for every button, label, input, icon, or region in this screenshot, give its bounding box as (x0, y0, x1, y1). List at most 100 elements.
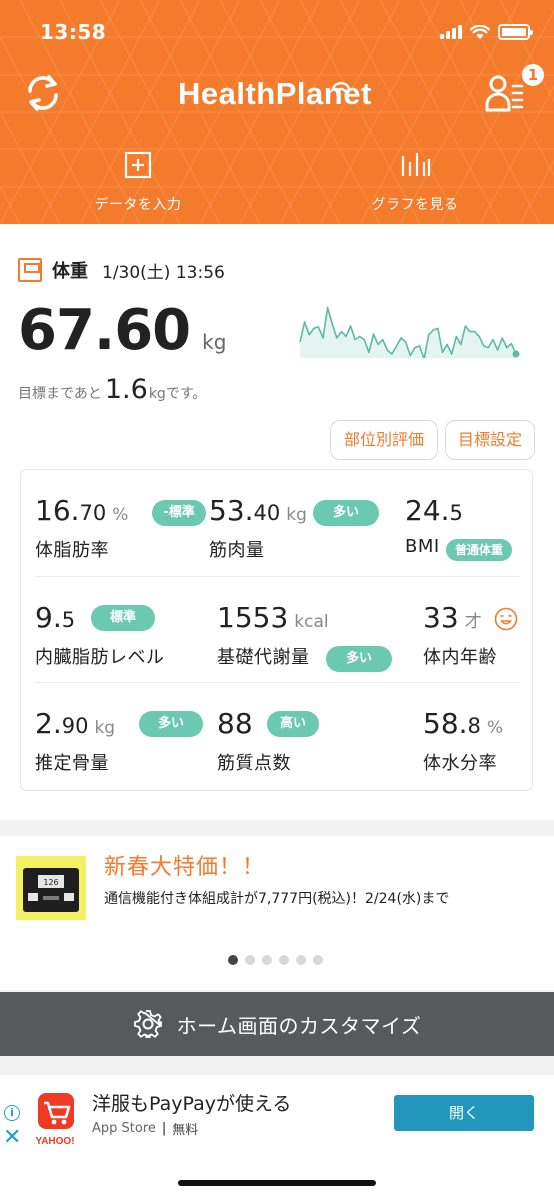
goal-setting-button[interactable]: 目標設定 (445, 420, 535, 460)
ad-store: App Store (92, 1121, 156, 1136)
wifi-icon (470, 24, 490, 39)
view-graph-label: グラフを見る (371, 197, 459, 213)
home-indicator[interactable] (178, 1180, 376, 1186)
customize-label: ホーム画面のカスタマイズ (176, 1013, 422, 1038)
status-time: 13:58 (40, 20, 107, 44)
app-header: 13:58 HealthPlanet 1 データを入力 グラフを見る (0, 0, 554, 224)
sparkline-latest-point (512, 350, 520, 358)
weight-header: 体重 1/30(土) 13:56 (18, 257, 225, 283)
visceral-status-badge: 標準 (91, 605, 155, 631)
ad-title: 洋服もPayPayが使える (92, 1093, 292, 1115)
ad-brand-text: YAHOO! (35, 1136, 74, 1147)
visceral-label: 内臓脂肪レベル (35, 647, 165, 668)
weight-datetime: 1/30(土) 13:56 (102, 262, 225, 283)
body-scale-product-image: 126 (16, 856, 86, 920)
body-fat-label: 体脂肪率 (35, 540, 109, 561)
bone-dec: 90 (61, 714, 89, 738)
visceral-int: 9. (35, 601, 62, 634)
bmi-int: 24. (405, 494, 450, 527)
muscle-int: 53. (209, 494, 254, 527)
metrics-row: 9. 5 内臓脂肪レベル 標準 1553 kcal 基礎代謝量 多い 33 才 (35, 576, 519, 681)
body-fat-dec: 70 (79, 501, 107, 525)
metrics-row: 16. 70 % 体脂肪率 -標準 53. 40 kg 筋肉量 多い 24. 5… (35, 470, 519, 575)
body-age-unit: 才 (464, 612, 482, 632)
ad-open-button[interactable]: 開く (394, 1095, 534, 1131)
carousel-dot[interactable] (245, 955, 255, 965)
device-readout: 126 (43, 878, 58, 887)
signal-wave-icon (331, 81, 351, 93)
goal-value: 1.6 (104, 374, 148, 405)
carousel-dot[interactable] (296, 955, 306, 965)
bmr-int: 1553 (217, 601, 289, 634)
body-age-int: 33 (423, 601, 459, 634)
water-dec: 8 (467, 714, 481, 738)
bmr-status-badge: 多い (326, 646, 392, 672)
cellular-signal-icon (440, 25, 462, 39)
part-evaluation-button[interactable]: 部位別評価 (330, 420, 438, 460)
body-metrics-grid: 16. 70 % 体脂肪率 -標準 53. 40 kg 筋肉量 多い 24. 5… (20, 469, 533, 791)
water-label: 体水分率 (423, 753, 497, 774)
metrics-row: 2. 90 kg 推定骨量 多い 88 筋質点数 高い 58. 8 % 体水分率 (35, 682, 519, 787)
view-graph-button[interactable]: グラフを見る (315, 150, 515, 214)
weight-goal-text: 目標まであと 1.6 kgです。 (18, 374, 206, 405)
muscle-score-int: 88 (217, 707, 253, 740)
weight-value: 67.60 kg (18, 298, 226, 363)
promo-text: 通信機能付き体組成計が7,777円(税込)！2/24(水)まで (104, 891, 450, 907)
yahoo-shopping-logo: YAHOO! (35, 1093, 75, 1147)
goal-prefix: 目標まであと (18, 386, 102, 402)
ad-subtitle: App Store | 無料 (92, 1119, 198, 1138)
ad-price: 無料 (172, 1123, 199, 1138)
bmi-status-badge: 普通体重 (446, 539, 512, 561)
visceral-dec: 5 (61, 608, 76, 632)
bone-status-badge: 多い (139, 711, 203, 737)
carousel-dot[interactable] (279, 955, 289, 965)
profile-menu-button[interactable]: 1 (484, 64, 546, 116)
bmi-dec: 5 (449, 501, 463, 525)
water-unit: % (486, 718, 504, 738)
carousel-dot[interactable] (313, 955, 323, 965)
input-data-button[interactable]: データを入力 (38, 150, 238, 214)
muscle-label: 筋肉量 (209, 540, 265, 561)
weight-card[interactable]: 体重 1/30(土) 13:56 67.60 kg 目標まであと 1.6 kgで… (0, 224, 554, 820)
bone-unit: kg (94, 718, 116, 738)
notification-badge: 1 (522, 64, 544, 86)
muscle-score-status-badge: 高い (267, 711, 319, 737)
weight-trend-sparkline[interactable] (298, 286, 524, 358)
bar-chart-icon (401, 153, 431, 176)
carousel-dot[interactable] (262, 955, 272, 965)
bone-int: 2. (35, 707, 62, 740)
muscle-status-badge: 多い (313, 500, 379, 526)
body-fat-int: 16. (35, 494, 80, 527)
status-bar: 13:58 (0, 0, 554, 60)
ad-close-icon[interactable]: ✕ (3, 1125, 21, 1150)
goal-suffix: kgです。 (148, 386, 207, 402)
customize-home-button[interactable]: ホーム画面のカスタマイズ (0, 992, 554, 1056)
sync-button[interactable] (22, 72, 64, 114)
body-fat-unit: % (112, 505, 129, 525)
muscle-unit: kg (286, 505, 307, 525)
promo-title: 新春大特価！！ (104, 855, 266, 880)
body-fat-status-badge: -標準 (152, 500, 206, 526)
bmr-unit: kcal (294, 612, 329, 632)
ad-separator: | (161, 1121, 167, 1136)
scale-icon (18, 258, 42, 282)
carousel-dot[interactable] (228, 955, 238, 965)
smile-face-icon (494, 607, 518, 631)
muscle-score-label: 筋質点数 (217, 753, 291, 774)
battery-icon (498, 24, 533, 40)
bone-label: 推定骨量 (35, 753, 109, 774)
ad-info-icon[interactable]: i (4, 1105, 20, 1121)
muscle-dec: 40 (253, 501, 281, 525)
promo-banner[interactable]: 126 新春大特価！！ 通信機能付き体組成計が7,777円(税込)！2/24(水… (0, 836, 554, 990)
weight-title: 体重 (52, 261, 88, 282)
status-icons (440, 24, 533, 40)
app-logo: HealthPlanet (178, 76, 372, 111)
water-int: 58. (423, 707, 468, 740)
plus-box-icon (124, 151, 152, 179)
input-data-label: データを入力 (94, 197, 182, 213)
carousel-dots (228, 955, 323, 965)
weight-unit: kg (202, 330, 227, 354)
gear-icon (133, 1010, 162, 1038)
body-water-metric[interactable]: 58. 8 % 体水分率 (423, 707, 519, 779)
weight-number: 67.60 (18, 298, 191, 363)
